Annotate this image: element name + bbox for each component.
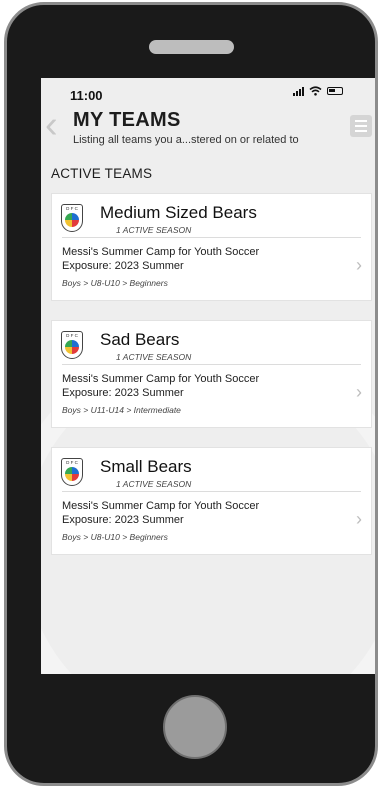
team-logo: D F C	[61, 458, 83, 486]
section-title: ACTIVE TEAMS	[51, 166, 153, 181]
phone-frame: 11:00 ‹ MY TEAMS Listing all teams you a…	[4, 2, 378, 786]
logo-lettering: D F C	[66, 460, 78, 465]
division-path: Boys > U8-U10 > Beginners	[62, 278, 168, 288]
soccer-ball-icon	[65, 340, 79, 354]
hamburger-menu-icon[interactable]	[350, 115, 372, 137]
team-logo: D F C	[61, 331, 83, 359]
soccer-ball-icon	[65, 213, 79, 227]
battery-icon	[327, 87, 343, 95]
team-logo: D F C	[61, 204, 83, 232]
logo-lettering: D F C	[66, 206, 78, 211]
chevron-right-icon[interactable]: ›	[356, 509, 362, 530]
wifi-icon	[309, 86, 322, 96]
status-icons	[293, 86, 343, 96]
active-season-count: 1 ACTIVE SEASON	[116, 225, 192, 235]
team-card[interactable]: D F C Small Bears 1 ACTIVE SEASON Messi'…	[51, 447, 372, 555]
status-time: 11:00	[70, 88, 103, 103]
team-name: Medium Sized Bears	[100, 203, 257, 222]
active-season-count: 1 ACTIVE SEASON	[116, 352, 192, 362]
season-name: Exposure: 2023 Summer	[62, 514, 184, 526]
app-screen: 11:00 ‹ MY TEAMS Listing all teams you a…	[41, 78, 375, 674]
status-bar: 11:00	[41, 78, 375, 108]
phone-speaker	[149, 40, 234, 54]
program-name: Messi's Summer Camp for Youth Soccer	[62, 500, 260, 512]
team-card[interactable]: D F C Sad Bears 1 ACTIVE SEASON Messi's …	[51, 320, 372, 428]
card-divider	[62, 237, 361, 238]
team-name: Small Bears	[100, 457, 192, 476]
program-name: Messi's Summer Camp for Youth Soccer	[62, 246, 260, 258]
season-name: Exposure: 2023 Summer	[62, 260, 184, 272]
division-path: Boys > U8-U10 > Beginners	[62, 532, 168, 542]
chevron-right-icon[interactable]: ›	[356, 255, 362, 276]
cellular-signal-icon	[293, 86, 304, 96]
season-name: Exposure: 2023 Summer	[62, 387, 184, 399]
team-name: Sad Bears	[100, 330, 180, 349]
page-subtitle: Listing all teams you a...stered on or r…	[73, 134, 299, 146]
chevron-left-icon[interactable]: ‹	[45, 106, 58, 144]
page-title: MY TEAMS	[73, 109, 181, 131]
home-button[interactable]	[163, 695, 227, 759]
soccer-ball-icon	[65, 467, 79, 481]
logo-lettering: D F C	[66, 333, 78, 338]
chevron-right-icon[interactable]: ›	[356, 382, 362, 403]
program-name: Messi's Summer Camp for Youth Soccer	[62, 373, 260, 385]
card-divider	[62, 364, 361, 365]
active-season-count: 1 ACTIVE SEASON	[116, 479, 192, 489]
team-card[interactable]: D F C Medium Sized Bears 1 ACTIVE SEASON…	[51, 193, 372, 301]
card-divider	[62, 491, 361, 492]
division-path: Boys > U11-U14 > Intermediate	[62, 405, 181, 415]
